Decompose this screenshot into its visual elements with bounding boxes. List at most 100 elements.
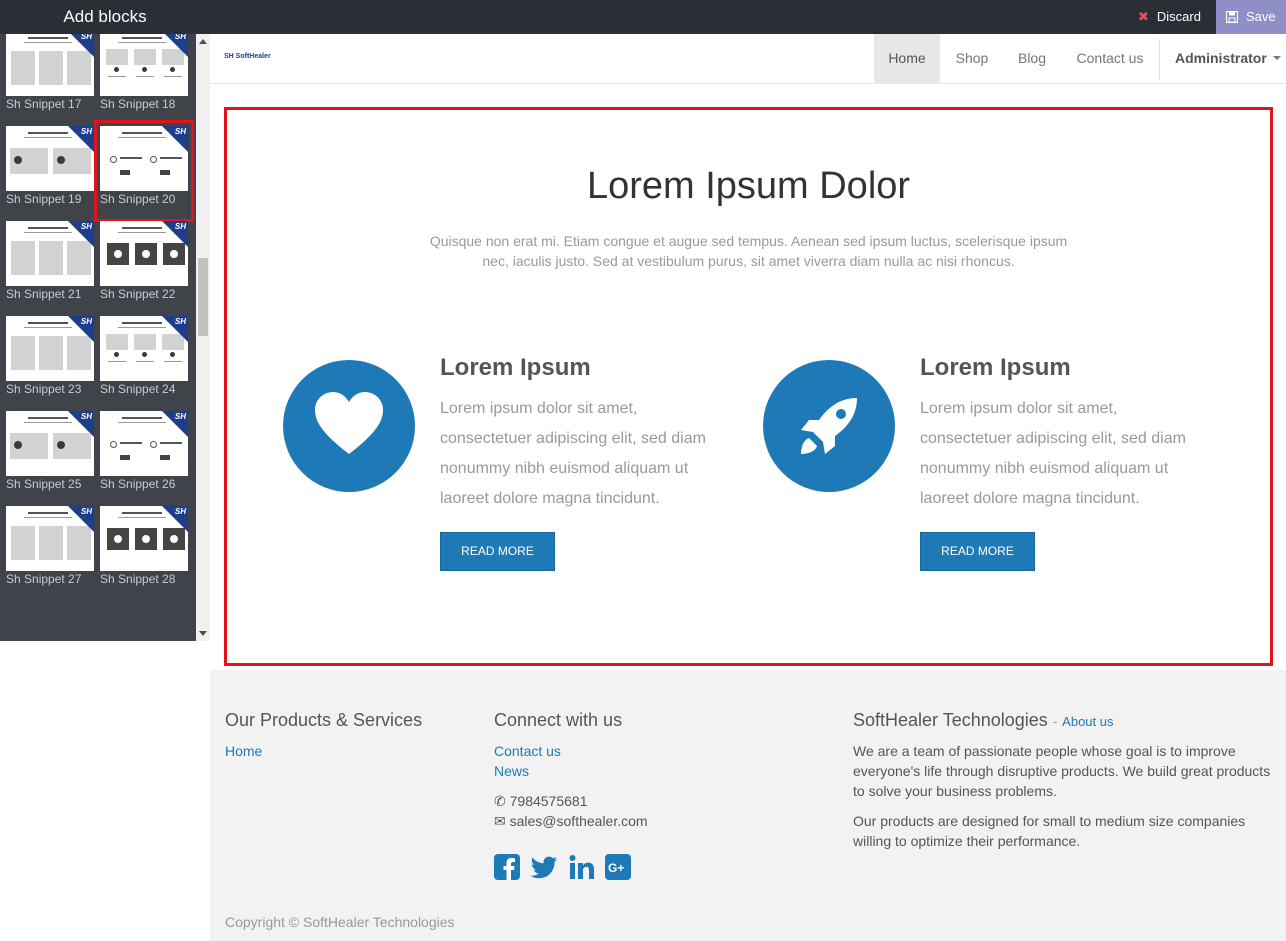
snippet-preview: SH <box>100 316 188 381</box>
footer-link-news[interactable]: News <box>494 763 529 779</box>
phone-number: 7984575681 <box>509 793 588 809</box>
nav-item-blog[interactable]: Blog <box>1006 34 1058 84</box>
feature-title: Lorem Ipsum <box>920 354 1071 381</box>
website-preview: SH SoftHealer Home Shop Blog Contact us … <box>210 34 1286 941</box>
snippet-thumbnail[interactable]: SH Sh Snippet 23 <box>6 316 94 406</box>
nav-item-shop[interactable]: Shop <box>942 34 1002 84</box>
snippet-label: Sh Snippet 23 <box>6 382 82 396</box>
about-paragraph: We are a team of passionate people whose… <box>853 743 1271 799</box>
nav-divider <box>1159 39 1160 79</box>
snippet-label: Sh Snippet 18 <box>100 97 176 111</box>
softhealer-badge: SH <box>174 412 186 421</box>
softhealer-badge: SH <box>80 317 92 326</box>
about-separator: - <box>1052 714 1058 729</box>
facebook-icon[interactable] <box>494 854 520 880</box>
floppy-disk-icon <box>1225 10 1239 24</box>
user-name: Administrator <box>1175 50 1267 66</box>
snippet-label: Sh Snippet 21 <box>6 287 82 301</box>
site-logo[interactable]: SH SoftHealer <box>224 53 271 60</box>
feature-text: Lorem ipsum dolor sit amet, consectetuer… <box>920 400 1186 507</box>
snippet-thumbnail[interactable]: SH Sh Snippet 21 <box>6 221 94 311</box>
company-heading: SoftHealer Technologies - About us <box>853 710 1114 731</box>
snippet-label: Sh Snippet 28 <box>100 572 176 586</box>
read-more-button[interactable]: READ MORE <box>920 532 1035 571</box>
snippet-panel: SH Sh Snippet 17 SH Sh Snippet 18 SH Sh Snipp… <box>0 34 210 641</box>
snippet-preview: SH <box>100 126 188 191</box>
selected-snippet-block[interactable]: Lorem Ipsum Dolor Quisque non erat mi. E… <box>224 107 1273 666</box>
linkedin-icon[interactable] <box>569 854 595 880</box>
twitter-icon[interactable] <box>530 854 558 880</box>
feature-card: Lorem Ipsum Lorem ipsum dolor sit amet, … <box>763 354 1233 580</box>
feature-icon-circle <box>763 360 895 492</box>
phone-icon: ✆ <box>494 793 506 809</box>
snippet-thumbnail[interactable]: SH Sh Snippet 22 <box>100 221 188 311</box>
block-title: Lorem Ipsum Dolor <box>586 165 911 207</box>
snippet-preview: SH <box>6 221 94 286</box>
softhealer-badge: SH <box>174 127 186 136</box>
softhealer-badge: SH <box>174 317 186 326</box>
feature-icon-circle <box>283 360 415 492</box>
softhealer-badge: SH <box>80 34 92 41</box>
feature-title: Lorem Ipsum <box>440 354 591 381</box>
footer-link-home[interactable]: Home <box>225 743 262 759</box>
products-heading: Our Products & Services <box>225 710 423 730</box>
google-plus-icon[interactable]: G+ <box>605 854 632 880</box>
snippet-preview: SH <box>100 34 188 96</box>
snippet-thumbnail[interactable]: SH Sh Snippet 20 <box>94 120 194 222</box>
social-icons: G+ <box>494 854 632 885</box>
softhealer-badge: SH <box>174 34 186 41</box>
snippet-thumbnail[interactable]: SH Sh Snippet 18 <box>100 34 188 121</box>
snippet-thumbnail[interactable]: SH Sh Snippet 25 <box>6 411 94 501</box>
snippet-label: Sh Snippet 27 <box>6 572 82 586</box>
snippet-label: Sh Snippet 26 <box>100 477 176 491</box>
site-footer: Our Products & Services Home Connect wit… <box>210 670 1286 941</box>
softhealer-badge: SH <box>80 222 92 231</box>
snippet-label: Sh Snippet 25 <box>6 477 82 491</box>
snippet-preview: SH <box>6 316 94 381</box>
snippet-thumbnail[interactable]: SH Sh Snippet 26 <box>100 411 188 501</box>
snippet-preview: SH <box>100 221 188 286</box>
snippet-panel-scrollbar[interactable] <box>196 34 210 641</box>
email-address: sales@softhealer.com <box>509 813 648 829</box>
scrollbar-thumb[interactable] <box>198 258 208 336</box>
close-icon: ✖ <box>1138 9 1149 24</box>
feature-card: Lorem Ipsum Lorem ipsum dolor sit amet, … <box>283 354 753 580</box>
snippet-thumbnail[interactable]: SH Sh Snippet 17 <box>6 34 94 121</box>
block-lead: Quisque non erat mi. Etiam congue et aug… <box>429 233 1068 269</box>
snippet-preview: SH <box>6 126 94 191</box>
copyright: Copyright © SoftHealer Technologies <box>225 914 455 930</box>
snippet-thumbnail[interactable]: SH Sh Snippet 24 <box>100 316 188 406</box>
read-more-button[interactable]: READ MORE <box>440 532 555 571</box>
add-blocks-title: Add blocks <box>63 7 147 26</box>
snippet-preview: SH <box>100 506 188 571</box>
site-navbar: SH SoftHealer Home Shop Blog Contact us … <box>210 34 1286 84</box>
user-menu[interactable]: Administrator <box>1175 34 1281 84</box>
snippet-thumbnail[interactable]: SH Sh Snippet 28 <box>100 506 188 596</box>
softhealer-badge: SH <box>174 507 186 516</box>
nav-item-contact[interactable]: Contact us <box>1066 34 1154 84</box>
footer-link-about[interactable]: About us <box>1062 714 1113 729</box>
caret-down-icon <box>1272 56 1281 60</box>
scroll-down-arrow-icon[interactable] <box>199 631 207 636</box>
connect-heading: Connect with us <box>494 710 623 730</box>
footer-link-contact[interactable]: Contact us <box>494 743 561 759</box>
snippet-label: Sh Snippet 20 <box>100 192 176 206</box>
snippet-preview: SH <box>100 411 188 476</box>
svg-text:G+: G+ <box>608 861 624 875</box>
snippet-label: Sh Snippet 24 <box>100 382 176 396</box>
snippet-thumbnail[interactable]: SH Sh Snippet 27 <box>6 506 94 596</box>
snippet-label: Sh Snippet 22 <box>100 287 176 301</box>
rocket-icon <box>801 398 857 454</box>
discard-button[interactable]: ✖ Discard <box>1126 0 1216 34</box>
heart-icon <box>315 392 383 454</box>
softhealer-badge: SH <box>80 507 92 516</box>
editor-top-bar: Add blocks ✖ Discard Save <box>0 0 1286 34</box>
scroll-up-arrow-icon[interactable] <box>199 39 207 44</box>
feature-text: Lorem ipsum dolor sit amet, consectetuer… <box>440 400 706 507</box>
snippet-preview: SH <box>6 506 94 571</box>
snippet-thumbnail[interactable]: SH Sh Snippet 19 <box>6 126 94 216</box>
snippet-preview: SH <box>6 34 94 96</box>
snippet-preview: SH <box>6 411 94 476</box>
nav-item-home[interactable]: Home <box>874 34 940 84</box>
save-button[interactable]: Save <box>1216 0 1286 34</box>
